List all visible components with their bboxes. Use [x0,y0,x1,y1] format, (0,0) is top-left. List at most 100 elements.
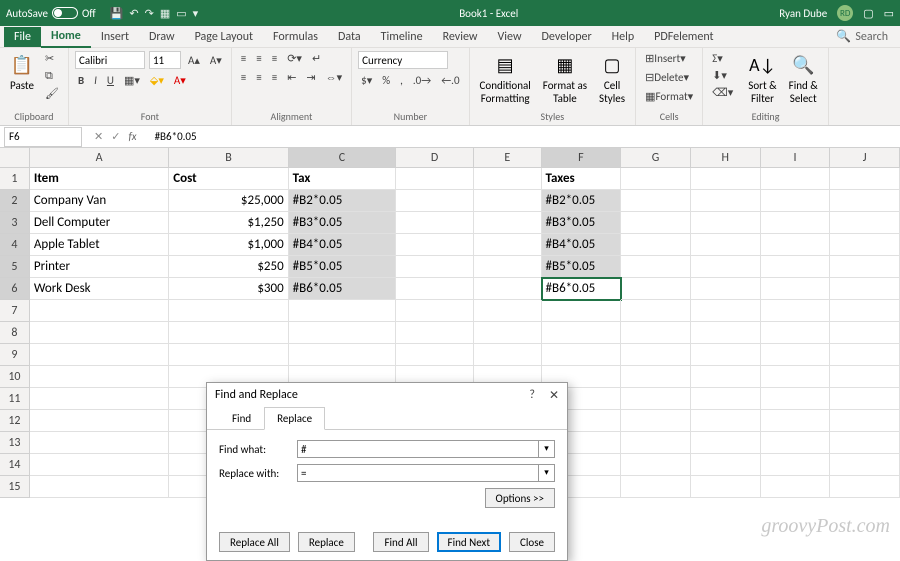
cell[interactable] [474,322,542,344]
cell[interactable]: #B6*0.05 [542,278,622,300]
cell[interactable] [691,278,761,300]
col-header-g[interactable]: G [621,148,691,167]
cell[interactable]: $250 [169,256,288,278]
qat-icon[interactable]: ▭ [176,7,186,20]
cell[interactable] [830,432,900,454]
cell[interactable] [761,476,831,498]
cell[interactable]: Dell Computer [30,212,169,234]
cell[interactable] [830,168,900,190]
cell[interactable] [169,344,288,366]
cell-styles-button[interactable]: ▢Cell Styles [595,51,629,107]
percent-icon[interactable]: % [379,73,393,88]
cell[interactable] [830,410,900,432]
cell[interactable] [761,410,831,432]
find-what-dropdown[interactable]: ▾ [539,440,555,458]
cell[interactable] [761,278,831,300]
cell[interactable] [621,388,691,410]
cell[interactable]: #B5*0.05 [289,256,397,278]
cell[interactable] [691,190,761,212]
cell[interactable] [761,256,831,278]
align-top-icon[interactable]: ≡ [238,51,249,66]
cell[interactable] [396,212,474,234]
autosum-icon[interactable]: Σ▾ [709,51,736,66]
col-header-e[interactable]: E [474,148,542,167]
replace-with-dropdown[interactable]: ▾ [539,464,555,482]
cell[interactable]: $1,000 [169,234,288,256]
cell[interactable]: $1,250 [169,212,288,234]
cell[interactable] [396,278,474,300]
save-icon[interactable]: 💾 [110,7,124,20]
cell[interactable] [830,476,900,498]
cell[interactable] [396,256,474,278]
qat-icon[interactable]: ▦ [160,7,170,20]
row-header[interactable]: 2 [0,190,30,212]
replace-button[interactable]: Replace [298,532,355,552]
cell[interactable] [621,300,691,322]
comma-icon[interactable]: , [397,73,406,88]
orientation-icon[interactable]: ⟳▾ [284,51,305,66]
row-header[interactable]: 15 [0,476,30,498]
cell[interactable] [289,300,397,322]
cell[interactable] [621,278,691,300]
cell[interactable] [621,410,691,432]
cell[interactable]: Company Van [30,190,169,212]
format-painter-icon[interactable]: 🖌 [42,86,62,101]
cell[interactable] [474,278,542,300]
cell[interactable] [830,278,900,300]
cell[interactable] [289,322,397,344]
user-name[interactable]: Ryan Dube [779,7,827,20]
close-button[interactable]: Close [509,532,555,552]
fill-color-icon[interactable]: ⬙▾ [147,73,167,88]
cell[interactable] [474,256,542,278]
row-header[interactable]: 4 [0,234,30,256]
name-box[interactable]: F6 [4,127,82,147]
cell[interactable] [30,322,169,344]
cell[interactable] [691,300,761,322]
cell[interactable]: #B3*0.05 [542,212,622,234]
col-header-c[interactable]: C [289,148,397,167]
enter-icon[interactable]: ✓ [111,130,120,143]
cell[interactable] [396,322,474,344]
italic-button[interactable]: I [91,73,100,88]
tab-data[interactable]: Data [328,27,371,47]
search-box[interactable]: 🔍 Search [836,29,896,44]
increase-indent-icon[interactable]: ⇥ [303,70,318,85]
cell[interactable]: #B5*0.05 [542,256,622,278]
cell[interactable] [542,344,622,366]
copy-icon[interactable]: ⧉ [42,68,62,84]
cell[interactable] [830,190,900,212]
insert-cells-button[interactable]: ⊞ Insert ▾ [642,51,689,66]
cell[interactable]: Tax [289,168,397,190]
cell[interactable] [691,344,761,366]
replace-with-input[interactable] [297,464,539,482]
cell[interactable] [761,454,831,476]
conditional-formatting-button[interactable]: ▤Conditional Formatting [476,51,535,107]
tab-help[interactable]: Help [602,27,645,47]
border-icon[interactable]: ▦▾ [121,73,143,88]
cell[interactable] [474,168,542,190]
tab-formulas[interactable]: Formulas [263,27,328,47]
cell[interactable] [691,256,761,278]
cell[interactable] [830,454,900,476]
cell[interactable]: Item [30,168,169,190]
sort-filter-button[interactable]: A↓Sort & Filter [744,51,780,107]
row-header[interactable]: 14 [0,454,30,476]
cell[interactable] [691,366,761,388]
cell[interactable]: Printer [30,256,169,278]
cell[interactable]: #B2*0.05 [542,190,622,212]
cell[interactable]: Apple Tablet [30,234,169,256]
ribbon-display-icon[interactable]: ▢ [863,7,873,20]
cell[interactable] [830,344,900,366]
cell[interactable] [830,388,900,410]
cell[interactable] [30,432,169,454]
wrap-text-icon[interactable]: ↵ [309,51,324,66]
decrease-indent-icon[interactable]: ⇤ [284,70,299,85]
tab-review[interactable]: Review [433,27,488,47]
cell[interactable] [691,388,761,410]
row-header[interactable]: 6 [0,278,30,300]
increase-decimal-icon[interactable]: .0→ [410,73,434,88]
align-left-icon[interactable]: ≡ [238,70,249,85]
notes-icon[interactable]: ▭ [884,7,894,20]
cell[interactable] [830,256,900,278]
col-header-i[interactable]: I [761,148,831,167]
